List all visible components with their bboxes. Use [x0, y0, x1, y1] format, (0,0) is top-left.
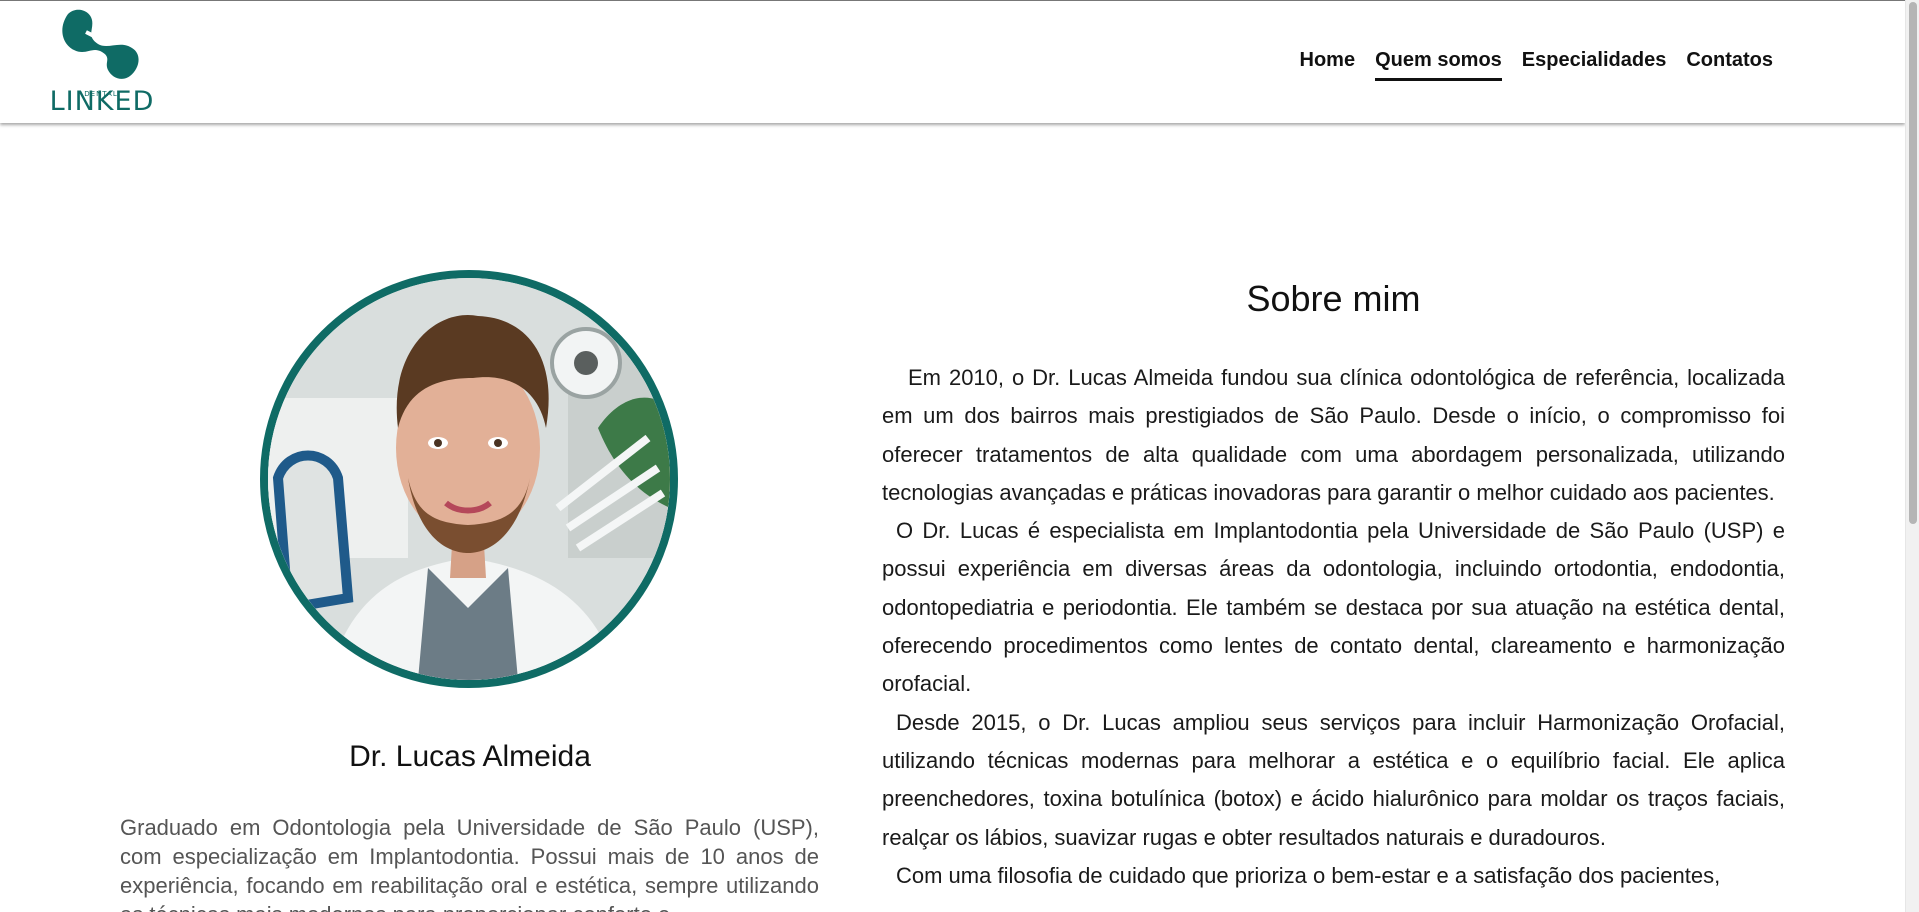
about-body: Em 2010, o Dr. Lucas Almeida fundou sua … — [882, 359, 1785, 895]
site-header: DENTAL LINKED Home Quem somos Especialid… — [0, 0, 1905, 123]
scrollbar-thumb[interactable] — [1909, 2, 1917, 524]
doctor-bio: Graduado em Odontologia pela Universidad… — [120, 815, 819, 912]
about-title: Sobre mim — [1246, 278, 1421, 319]
page-scrollbar[interactable] — [1905, 0, 1919, 912]
main-nav: Home Quem somos Especialidades Contatos — [1300, 49, 1773, 81]
brand-logo[interactable]: DENTAL LINKED — [46, 6, 156, 118]
about-paragraph: O Dr. Lucas é especialista em Implantodo… — [882, 518, 1785, 697]
nav-home[interactable]: Home — [1300, 49, 1356, 81]
doctor-name: Dr. Lucas Almeida — [349, 740, 591, 773]
doctor-photo — [260, 270, 678, 688]
about-paragraph: Com uma filosofia de cuidado que prioriz… — [896, 862, 1721, 888]
nav-quem-somos[interactable]: Quem somos — [1375, 49, 1502, 81]
nav-contatos[interactable]: Contatos — [1686, 49, 1773, 81]
about-paragraph: Desde 2015, o Dr. Lucas ampliou seus ser… — [882, 709, 1785, 850]
tooth-logo-icon — [62, 9, 139, 79]
nav-especialidades[interactable]: Especialidades — [1522, 49, 1667, 81]
about-paragraph: Em 2010, o Dr. Lucas Almeida fundou sua … — [882, 365, 1785, 505]
doctor-portrait-image — [268, 278, 670, 680]
brand-name: LINKED — [49, 86, 155, 117]
